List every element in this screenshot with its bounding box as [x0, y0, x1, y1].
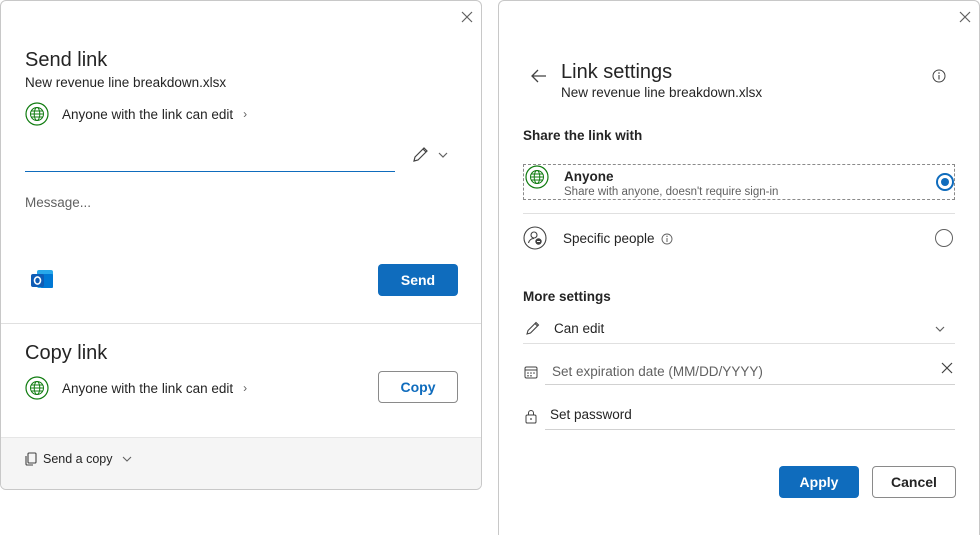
chevron-down-icon: [122, 456, 131, 462]
radio-specific-people[interactable]: [935, 229, 953, 247]
outlook-icon[interactable]: [29, 266, 55, 292]
send-link-dialog: Send link New revenue line breakdown.xls…: [0, 0, 482, 490]
copy-button[interactable]: Copy: [378, 371, 458, 403]
option-divider: [523, 213, 955, 214]
globe-icon: [25, 102, 49, 126]
send-link-title: Send link: [25, 49, 108, 71]
send-a-copy-button[interactable]: Send a copy: [23, 451, 133, 467]
copy-link-permission-button[interactable]: Anyone with the link can edit ›: [25, 376, 247, 400]
info-icon[interactable]: [661, 233, 673, 245]
chevron-right-icon: ›: [243, 381, 248, 395]
close-icon[interactable]: [460, 10, 474, 24]
close-icon[interactable]: [958, 10, 972, 24]
chevron-down-icon: [438, 152, 448, 158]
lock-icon: [525, 410, 537, 424]
back-arrow-icon[interactable]: [530, 68, 548, 84]
permission-label: Anyone with the link can edit: [62, 106, 234, 122]
file-name: New revenue line breakdown.xlsx: [25, 75, 227, 90]
edit-permission-dropdown[interactable]: [411, 146, 450, 164]
copy-icon: [25, 452, 37, 466]
section-divider: [1, 323, 481, 324]
option-label: Anyone: [564, 169, 614, 184]
info-icon[interactable]: [932, 69, 946, 83]
calendar-icon: [524, 366, 538, 379]
share-with-heading: Share the link with: [523, 128, 643, 143]
send-a-copy-label: Send a copy: [43, 452, 113, 466]
copy-link-title: Copy link: [25, 342, 108, 364]
specific-people-icon: [523, 226, 547, 250]
option-specific-people[interactable]: Specific people: [523, 225, 955, 253]
option-anyone[interactable]: Anyone Share with anyone, doesn't requir…: [523, 164, 955, 200]
password-label: Set password: [550, 407, 632, 422]
option-description: Share with anyone, doesn't require sign-…: [564, 186, 779, 198]
link-settings-dialog: Link settings New revenue line breakdown…: [498, 0, 980, 535]
file-name: New revenue line breakdown.xlsx: [561, 85, 763, 100]
clear-icon[interactable]: [940, 361, 954, 375]
edit-permission-label: Can edit: [554, 321, 605, 336]
chevron-down-icon: [935, 326, 945, 332]
send-button[interactable]: Send: [378, 264, 458, 296]
cancel-button[interactable]: Cancel: [872, 466, 956, 498]
expiration-date-input[interactable]: Set expiration date (MM/DD/YYYY): [545, 358, 955, 385]
option-label: Specific people: [563, 231, 655, 246]
edit-permission-dropdown[interactable]: Can edit: [523, 315, 955, 344]
apply-button[interactable]: Apply: [779, 466, 859, 498]
globe-icon: [25, 376, 49, 400]
radio-anyone[interactable]: [936, 173, 954, 191]
globe-icon: [525, 165, 549, 189]
password-input[interactable]: Set password: [545, 403, 955, 430]
link-permission-button[interactable]: Anyone with the link can edit ›: [25, 102, 247, 126]
pencil-icon: [413, 147, 428, 162]
recipients-input[interactable]: [25, 141, 395, 172]
message-field[interactable]: Message...: [25, 195, 91, 210]
expiration-placeholder: Set expiration date (MM/DD/YYYY): [552, 364, 763, 379]
pencil-icon: [526, 321, 540, 335]
permission-label: Anyone with the link can edit: [62, 380, 234, 396]
more-settings-heading: More settings: [523, 289, 611, 304]
link-settings-title: Link settings: [561, 61, 673, 83]
chevron-right-icon: ›: [243, 107, 248, 121]
